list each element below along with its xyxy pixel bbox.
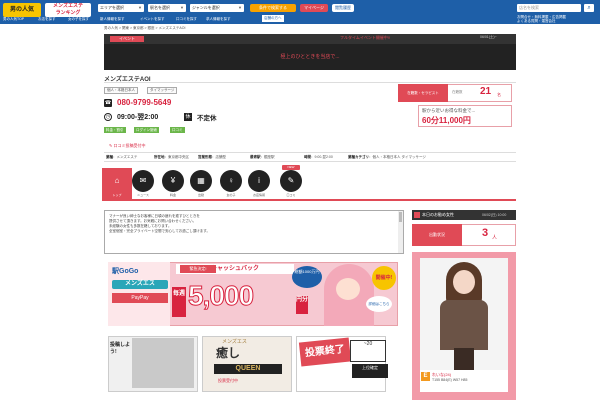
nav-newcomers[interactable]: 新人情報を探す [100,15,125,23]
nav-events[interactable]: イベントを探す [140,15,165,23]
nav-girls[interactable]: 女の子を探す [68,15,89,23]
nav-jobs[interactable]: 求人情報を探す [206,15,231,23]
girl-photo-legs [454,348,474,370]
girl-name[interactable]: れいな(24) [432,372,451,377]
clock-icon: ◷ [104,113,112,121]
shop-info-row: 業種：メンズエステ 所在地：東京都中央区 営業形態：店舗型 最寄駅：銀座駅 時間… [104,152,516,162]
message-scrollbar-thumb[interactable] [399,212,402,222]
staff-count-sub: 在籍数 [452,90,463,94]
event-date: 06/01(土)~ [480,35,497,39]
nav-top[interactable]: 男の人気TOP [3,15,24,23]
today-icon [414,212,420,218]
banner2-iyashi: 癒し [216,346,241,360]
banner1-text: 投稿しよう! [110,342,131,355]
tab-price[interactable]: ¥ 料金 [160,170,186,198]
today-count-unit: 人 [492,235,498,241]
cashback-gogo: 駅GoGo [112,268,139,275]
tab-girls[interactable]: ♀ 女の子 [218,170,244,198]
history-button[interactable]: 閲覧履歴 [332,4,354,12]
cashback-amount: 5,000 [187,280,254,312]
today-title: 本日のお勧め女性 [422,212,454,217]
staff-count-value: 21 [480,86,492,97]
nav-shops[interactable]: お店を探す [38,15,56,23]
calendar-icon: ▦ [190,170,212,192]
cashback-every: 毎週 [172,287,186,317]
event-label: イベント [110,36,144,42]
yen-icon: ¥ [162,170,184,192]
today-date: 06/02(日) 10:00 [482,213,507,217]
cashback-total: 総額1000万円 [292,266,322,288]
mail-icon: ✉ [132,170,154,192]
girl-photo-body [440,300,488,350]
tab-shop-info[interactable]: i お店情報 [246,170,272,198]
divider [104,82,516,83]
price-range: 60分11,000円 [422,116,471,125]
tab-schedule[interactable]: ▦ 出勤 [188,170,214,198]
price-title: 駅から近いお得な料金で... [422,108,476,113]
station-select[interactable]: 駅名を選択 ▼ [148,4,186,12]
staff-count-unit: 名 [497,92,501,97]
edit-icon: ✎ [280,170,302,192]
tab-divider [102,199,516,201]
staff-count-label: 在籍数・セラピスト [398,84,448,102]
holiday-icon: 休 [184,113,192,121]
girl-photo-face [453,270,475,294]
info-icon: i [248,170,270,192]
cashback-yen: 円分 [296,296,308,314]
girl-badge: E [421,372,430,381]
cashback-kaisai: 開催中! [372,266,396,290]
shop-holiday: 不定休 [197,115,217,122]
chevron-down-icon: ▼ [180,5,184,10]
banner-photo [132,338,194,388]
shop-tag[interactable]: 個人・本格日本人 [104,87,138,94]
header-utility-links[interactable]: お問合せ・無料掲載・広告掲載 よくある質問・運営会社 [517,15,597,23]
main-nav: 男の人気TOP お店を探す 女の子を探す 新人情報を探す イベントを探す 口コミ… [0,15,600,23]
today-count-value: 3 [482,227,489,239]
girl-icon: ♀ [220,170,242,192]
mypage-button[interactable]: マイページ [300,4,328,12]
chevron-down-icon: ▼ [138,5,142,10]
price-link[interactable]: 料金・割引 [104,127,126,133]
phone-icon: ☎ [104,99,112,107]
banner3-date: ~20 [350,340,386,362]
condition-search-button[interactable]: 条件で検索する [250,4,296,12]
today-count-label: 出勤状況 [412,224,462,246]
banner2-queen: QUEEN [214,364,282,374]
nav-reviews[interactable]: 口コミを探す [176,15,197,23]
cashback-check: 詳細はこちら [366,296,392,312]
area-select[interactable]: エリアを選択 ▼ [98,4,144,12]
cashback-character-face [336,278,360,300]
review-tag-link[interactable]: 口コミ [170,127,185,133]
cashback-urgent: 緊急決定! [180,265,216,273]
review-link[interactable]: ✎ 口コミ投稿受付中 [109,143,145,149]
banner3-fix: 上位確定 [352,364,388,378]
nav-shop-owner[interactable]: 店舗の方へ [262,15,284,22]
shop-message[interactable]: マナーが良い紳士なお客様に日頃の疲れを癒すひとときを 提供させて頂きます。お気軽… [104,210,404,254]
login-link[interactable]: ログイン施術 [134,127,159,133]
event-message[interactable]: 極上のひとときを当店で... [104,44,516,70]
event-strip [104,34,516,44]
shop-tag[interactable]: タイマッサージ [147,87,178,94]
event-headline[interactable]: フルタイムイベント開催中!! [340,35,390,41]
cashback-pay: PayPay [112,293,168,303]
search-icon[interactable]: ⌕ [584,4,594,12]
shop-phone[interactable]: 080-9799-5649 [117,98,171,107]
genre-select[interactable]: ジャンルを選択 ▼ [190,4,244,12]
tab-news[interactable]: ✉ ニュース [130,170,156,198]
cashback-mens: メンズエス [112,280,168,289]
home-icon: ⌂ [106,170,128,192]
tab-reviews[interactable]: ✎ 口コミ [278,170,304,198]
tab-top[interactable]: ⌂ トップ [104,170,130,198]
chevron-down-icon: ▼ [238,5,242,10]
banner2-vote: 投票受付中 [218,378,238,383]
breadcrumb[interactable]: 男の人気 > 関東 > 東京都 > 銀座 > メンズエステAOI [104,26,185,31]
shop-hours: 09:00-翌2:00 [117,114,159,121]
search-input[interactable]: 店名を検索 [517,4,581,12]
girl-size: T155 B84(E) W57 H85 [432,378,468,382]
